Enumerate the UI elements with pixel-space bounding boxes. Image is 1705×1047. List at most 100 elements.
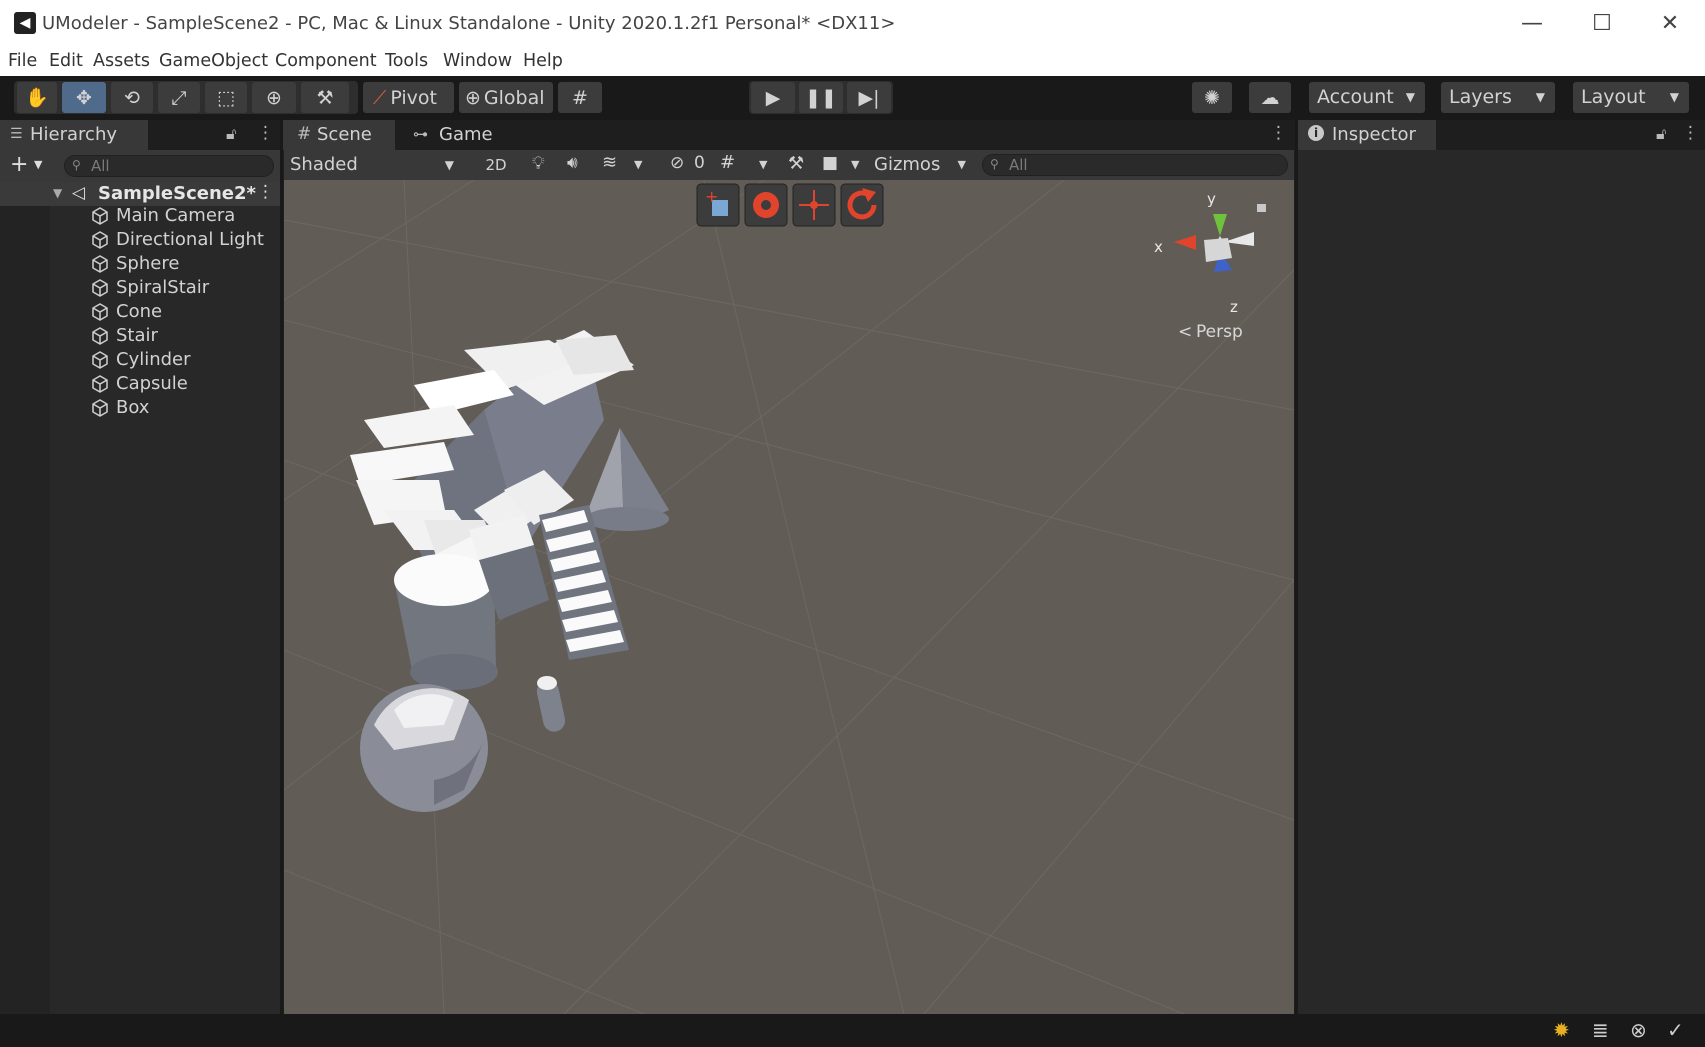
projection-label[interactable]: Persp [1196,322,1243,342]
list-item[interactable]: Capsule [90,372,188,396]
progress-check-icon[interactable]: ✓ [1667,1018,1684,1042]
grid-snap-icon[interactable]: # [558,82,602,113]
scale-tool-icon[interactable]: ⤢ [158,82,200,113]
chevron-down-icon: ▼ [1535,90,1545,104]
2d-toggle-button[interactable]: 2D [476,152,516,178]
custom-tool-icon[interactable]: ⚒ [301,82,349,113]
global-toggle[interactable]: ⊕ Global [459,82,553,113]
unity-logo-icon: ◀ [14,12,36,34]
gameobject-cube-icon [92,207,108,225]
hidden-objects-icon[interactable]: ⊘ [670,153,684,173]
camera-icon[interactable]: ■ [822,153,838,173]
scene-search-input[interactable]: All [982,154,1288,176]
gamepad-icon: ⊶ [413,125,428,143]
audio-toggle-icon[interactable]: 🔊︎ [567,153,578,173]
hand-tool-icon[interactable]: ✋ [17,82,57,113]
tools-toggle-icon[interactable]: ⚒ [788,153,804,174]
panel-menu-icon[interactable]: ⋮ [1682,123,1699,143]
cloud-icon[interactable]: ☁ [1249,82,1291,113]
lock-icon[interactable] [1257,204,1266,212]
hierarchy-search-input[interactable]: All [64,155,274,177]
pause-button-icon[interactable]: ❚❚ [799,82,843,113]
menu-assets[interactable]: Assets [93,51,150,71]
main-toolbar: ✋ ✥ ⟲ ⤢ ⬚ ⊕ ⚒ ⟋ Pivot ⊕ Global # ▶ ❚❚ ▶|… [0,76,1705,120]
menu-help[interactable]: Help [523,51,563,71]
inspector-panel: Inspector i 🔓︎ ⋮ [1298,120,1705,1014]
search-icon: ⚲ [72,158,81,172]
persp-arrow-icon: < [1178,322,1192,342]
hierarchy-tabstrip: Hierarchy ☰ 🔓︎ ⋮ [0,120,280,150]
shading-mode-dropdown[interactable]: Shaded ▼ [284,150,466,180]
lock-icon[interactable]: 🔓︎ [226,124,236,144]
layers-dropdown[interactable]: Layers ▼ [1441,82,1555,113]
axis-x-label: x [1154,238,1163,256]
bug-report-icon[interactable]: ✹ [1553,1018,1570,1042]
list-item[interactable]: Main Camera [90,204,235,228]
auto-generate-lighting-icon[interactable]: ⊗ [1630,1018,1647,1042]
menu-bar: File Edit Assets GameObject Component To… [0,48,1705,76]
hierarchy-gutter [0,182,50,1014]
rotate-tool-icon[interactable]: ⟲ [111,82,153,113]
effects-toggle-icon[interactable]: ≋ [602,152,617,173]
panel-menu-icon[interactable]: ⋮ [1270,123,1287,143]
list-item[interactable]: SpiralStair [90,276,209,300]
menu-file[interactable]: File [8,51,37,71]
gizmos-dropdown[interactable]: Gizmos ▼ [868,150,976,180]
account-dropdown[interactable]: Account ▼ [1309,82,1425,113]
list-item[interactable]: Cylinder [90,348,191,372]
rect-tool-icon[interactable]: ⬚ [205,82,247,113]
scene-menu-icon[interactable]: ⋮ [257,182,274,202]
svg-text:+: + [705,187,718,206]
gameobject-cube-icon [92,279,108,297]
gameobject-cube-icon [92,303,108,321]
chevron-down-icon[interactable]: ▼ [851,158,859,171]
title-bar: ◀ UModeler - SampleScene2 - PC, Mac & Li… [0,0,1705,48]
close-button[interactable]: ✕ [1640,6,1700,42]
search-icon: ⚲ [990,157,999,171]
list-item[interactable]: Stair [90,324,158,348]
chevron-down-icon: ▼ [957,158,966,171]
lighting-toggle-icon[interactable]: 💡︎ [532,153,545,174]
list-item[interactable]: Sphere [90,252,179,276]
menu-window[interactable]: Window [443,51,512,71]
list-item[interactable]: Box [90,396,149,420]
transform-tool-icon[interactable]: ⊕ [252,82,296,113]
cache-server-icon[interactable]: ≣ [1592,1018,1609,1042]
list-item[interactable]: Directional Light [90,228,264,252]
window-title: UModeler - SampleScene2 - PC, Mac & Linu… [42,13,896,34]
hierarchy-panel: Hierarchy ☰ 🔓︎ ⋮ + ▼ All ⚲ ▼ ◁ SampleSce… [0,120,280,1014]
maximize-button[interactable]: ☐ [1572,6,1632,42]
umodeler-refresh-icon[interactable] [840,183,884,227]
grid-visibility-icon[interactable]: # [720,152,735,173]
list-item[interactable]: Cone [90,300,162,324]
step-button-icon[interactable]: ▶| [847,82,891,113]
panel-menu-icon[interactable]: ⋮ [257,123,274,143]
scene-row[interactable]: ▼ ◁ SampleScene2* ⋮ [0,182,280,206]
pivot-toggle[interactable]: ⟋ Pivot [363,82,454,113]
menu-tools[interactable]: Tools [385,51,428,71]
expand-arrow-icon[interactable]: ▼ [53,186,62,200]
move-tool-icon[interactable]: ✥ [62,82,106,113]
menu-component[interactable]: Component [275,51,377,71]
collab-icon[interactable]: ✺ [1192,82,1232,113]
pivot-icon: ⟋ [373,86,387,109]
chevron-down-icon[interactable]: ▼ [634,158,642,171]
gameobject-cube-icon [92,231,108,249]
globe-icon: ⊕ [465,86,481,109]
add-icon[interactable]: + [10,152,28,177]
chevron-down-icon[interactable]: ▼ [759,158,767,171]
chevron-down-icon: ▼ [444,158,454,172]
axis-y-label: y [1207,190,1216,208]
axis-z-label: z [1230,298,1238,316]
chevron-down-icon[interactable]: ▼ [34,158,42,171]
sphere-object[interactable] [360,684,488,812]
play-button-icon[interactable]: ▶ [751,82,795,113]
gameobject-cube-icon [92,375,108,393]
scene-view-toolbar: Shaded ▼ 2D 💡︎ 🔊︎ ≋ ▼ ⊘ 0 # ▼ ⚒ ■ ▼ Gizm… [284,150,1294,180]
lock-icon[interactable]: 🔓︎ [1656,124,1666,144]
minimize-button[interactable]: — [1502,6,1562,42]
menu-gameobject[interactable]: GameObject [159,51,268,71]
menu-edit[interactable]: Edit [49,51,83,71]
scene-viewport[interactable]: + y x z < Persp [284,180,1294,1014]
layout-dropdown[interactable]: Layout ▼ [1573,82,1689,113]
